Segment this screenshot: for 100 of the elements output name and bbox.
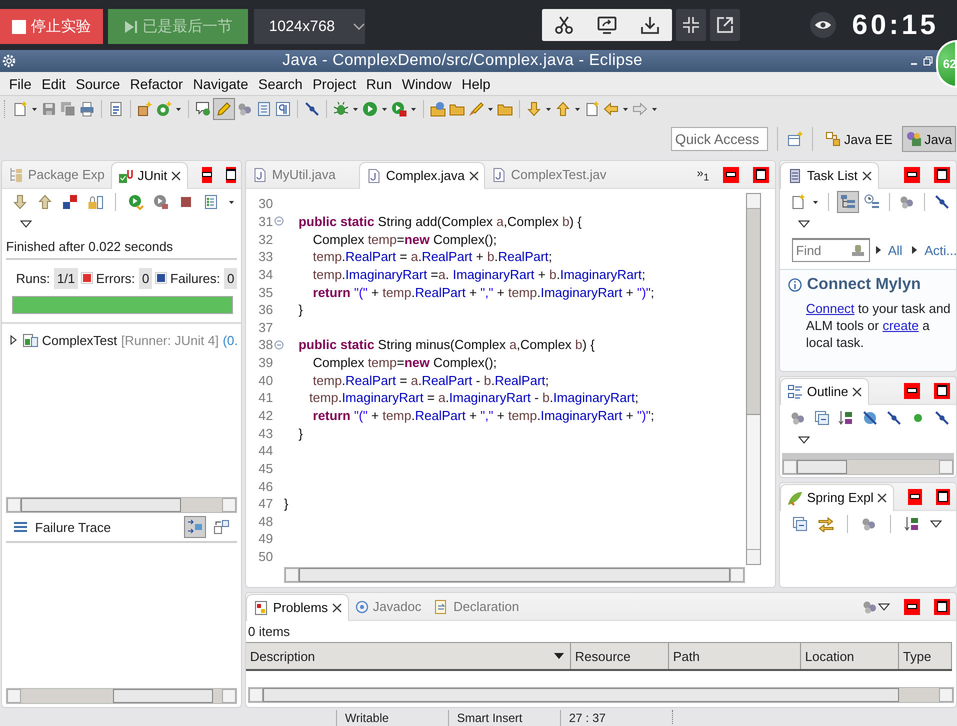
window-star-icon[interactable] (787, 131, 804, 147)
minimize-button[interactable] (904, 382, 920, 398)
filter-link[interactable]: All (888, 242, 902, 258)
rerun-icon[interactable] (128, 194, 144, 210)
tab[interactable]: Javadoc (348, 593, 428, 620)
menu-item[interactable]: Project (308, 76, 362, 92)
menu-item[interactable]: Run (361, 76, 397, 92)
box-star-icon[interactable] (137, 101, 153, 117)
vertical-scrollbar[interactable] (746, 193, 761, 565)
arrow-down-icon[interactable] (12, 194, 28, 210)
lock-icon[interactable] (87, 194, 103, 210)
swap-arrows-icon[interactable] (818, 516, 834, 532)
tab[interactable]: JUnit (110, 162, 188, 188)
view-menu-icon[interactable] (798, 434, 810, 446)
tab[interactable]: Declaration (427, 593, 526, 620)
close-icon[interactable] (862, 170, 872, 180)
page-star-icon[interactable] (12, 101, 28, 117)
minimize-button[interactable] (904, 598, 920, 614)
dots-icon[interactable] (237, 101, 253, 117)
tree-icon[interactable] (838, 192, 858, 212)
restore-icon[interactable] (923, 56, 933, 66)
bug-icon[interactable] (333, 101, 349, 117)
close-icon[interactable] (852, 386, 862, 396)
minimize-button[interactable] (202, 166, 212, 182)
dots-icon[interactable] (861, 516, 877, 532)
tab[interactable]: Outline (780, 378, 870, 404)
maximize-button[interactable] (934, 166, 950, 182)
printer-icon[interactable] (79, 101, 95, 117)
menu-item[interactable]: Window (396, 76, 457, 92)
collapse-icon[interactable] (814, 410, 830, 426)
collapse-icon[interactable] (792, 516, 808, 532)
indent-icon[interactable] (185, 517, 205, 537)
maximize-button[interactable] (753, 166, 769, 182)
horizontal-scrollbar[interactable] (6, 688, 237, 704)
page-star-icon[interactable] (584, 101, 600, 117)
screen-share-icon[interactable] (596, 15, 617, 35)
horizontal-scrollbar[interactable] (782, 459, 954, 475)
floppies-icon[interactable] (60, 101, 76, 117)
close-icon[interactable] (332, 602, 342, 612)
eye-icon[interactable] (810, 12, 836, 38)
close-icon[interactable] (877, 492, 888, 502)
speech-bubble-icon[interactable] (195, 101, 211, 117)
menu-item[interactable]: Source (70, 76, 126, 92)
close-icon[interactable] (171, 170, 182, 180)
sort-icon[interactable] (838, 410, 854, 426)
stop-button[interactable]: 停止实验 (0, 9, 103, 44)
perspective-button[interactable]: Java EE (822, 126, 896, 152)
find-field[interactable]: Find (792, 238, 870, 262)
menu-item[interactable]: Search (253, 76, 308, 92)
compare-icon[interactable] (213, 519, 229, 535)
text-link[interactable]: Connect (806, 301, 854, 316)
stop-icon[interactable] (178, 194, 194, 210)
column-header[interactable]: Description (246, 643, 571, 669)
tab[interactable]: Package Exp (2, 161, 111, 188)
stamp-icon[interactable] (851, 243, 865, 257)
slash-icon[interactable] (934, 194, 950, 210)
clock-list-icon[interactable] (864, 194, 880, 210)
menu-item[interactable]: Refactor (125, 76, 188, 92)
slash-icon[interactable] (934, 410, 950, 426)
maximize-button[interactable] (934, 598, 950, 614)
fold-icon[interactable] (274, 216, 284, 226)
view-menu-icon[interactable] (930, 518, 942, 530)
view-menu-icon[interactable] (798, 218, 810, 230)
horizontal-scrollbar[interactable] (284, 567, 745, 583)
tab[interactable]: Complex.java (359, 162, 485, 188)
tab[interactable]: Task List (780, 162, 879, 188)
tab[interactable]: MyUtil.java (246, 161, 359, 188)
error-badge-icon[interactable] (62, 194, 78, 210)
filter-link[interactable]: Acti... (924, 242, 956, 258)
minimize-button[interactable] (904, 166, 920, 182)
expand-icon[interactable] (10, 335, 18, 345)
close-icon[interactable] (468, 170, 479, 180)
page-star-icon[interactable] (790, 194, 806, 210)
maximize-button[interactable] (934, 382, 950, 398)
view-menu-icon[interactable] (878, 600, 890, 612)
text-link[interactable]: create (882, 318, 919, 333)
dots-icon[interactable] (862, 598, 878, 614)
dots-icon[interactable] (790, 410, 806, 426)
horizontal-scrollbar[interactable] (6, 497, 237, 513)
view-menu-icon[interactable] (20, 218, 32, 230)
column-header[interactable]: Resource (571, 643, 669, 669)
column-header[interactable]: Type (899, 643, 952, 669)
perspective-button[interactable]: Java (902, 126, 956, 152)
minimize-button[interactable] (723, 166, 739, 182)
paragraph-icon[interactable] (275, 101, 291, 117)
menu-item[interactable]: Navigate (188, 76, 254, 92)
tab[interactable]: Spring Expl (780, 484, 894, 510)
slash-icon[interactable] (886, 410, 902, 426)
tab[interactable]: Problems (246, 594, 349, 620)
collapse-button[interactable] (676, 9, 706, 41)
external-link-button[interactable] (710, 9, 740, 41)
slash-icon[interactable] (304, 101, 320, 117)
scissors-icon[interactable] (554, 15, 574, 35)
menu-item[interactable]: Help (456, 76, 496, 92)
dots-icon[interactable] (899, 194, 915, 210)
pencil-icon[interactable] (214, 99, 234, 119)
minimize-button[interactable] (908, 488, 922, 504)
sort-icon[interactable] (904, 516, 920, 532)
gear-icon[interactable] (2, 54, 16, 68)
rerun-failed-icon[interactable] (153, 194, 169, 210)
